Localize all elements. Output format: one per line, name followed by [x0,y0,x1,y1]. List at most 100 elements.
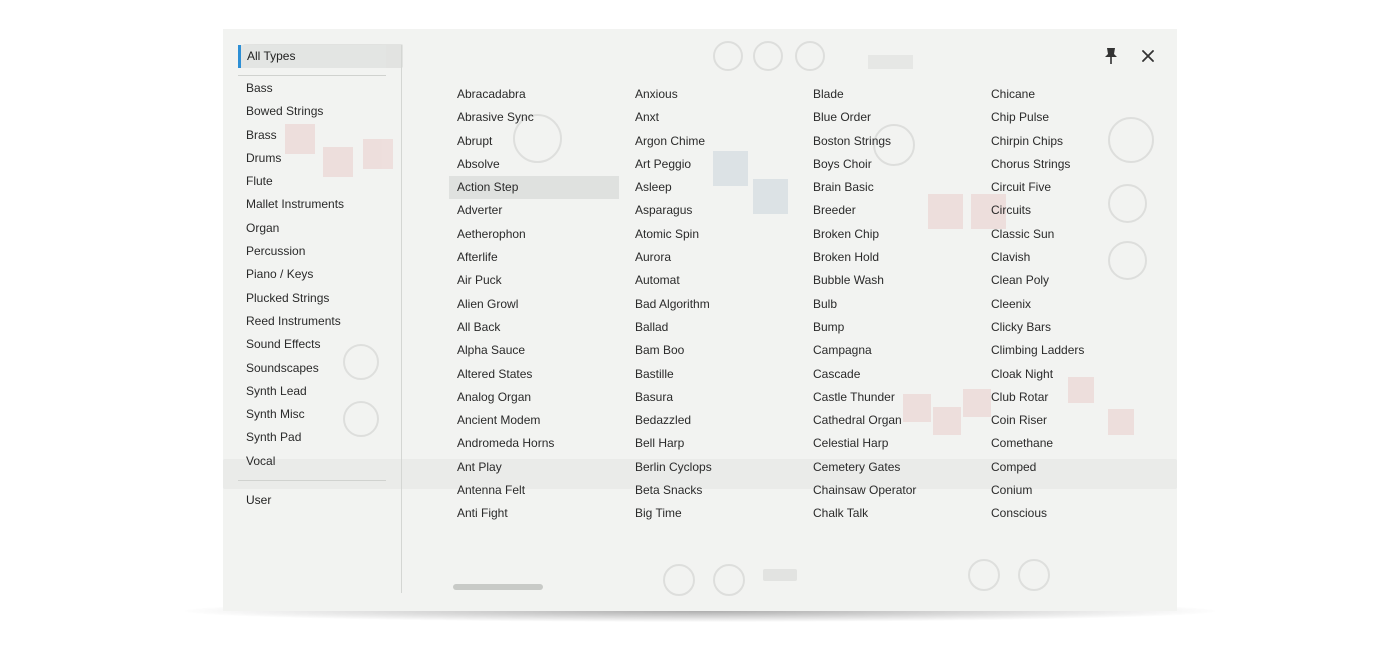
preset-item[interactable]: All Back [449,316,619,339]
preset-item[interactable]: Boys Choir [805,153,975,176]
preset-item[interactable]: Bubble Wash [805,269,975,292]
preset-item[interactable]: Climbing Ladders [983,339,1153,362]
category-item[interactable]: Vocal [238,450,386,473]
preset-item[interactable]: Basura [627,386,797,409]
category-item[interactable]: Synth Pad [238,426,386,449]
preset-item[interactable]: Celestial Harp [805,432,975,455]
preset-item[interactable]: Classic Sun [983,223,1153,246]
preset-item[interactable]: Brain Basic [805,176,975,199]
preset-item[interactable]: Coin Riser [983,409,1153,432]
preset-item[interactable]: Alpha Sauce [449,339,619,362]
preset-item[interactable]: Bam Boo [627,339,797,362]
preset-item[interactable]: Anti Fight [449,502,619,525]
preset-item[interactable]: Clean Poly [983,269,1153,292]
preset-item[interactable]: Cemetery Gates [805,456,975,479]
preset-item[interactable]: Bedazzled [627,409,797,432]
preset-item[interactable]: Chalk Talk [805,502,975,525]
preset-item[interactable]: Asleep [627,176,797,199]
preset-item[interactable]: Clicky Bars [983,316,1153,339]
preset-item[interactable]: Boston Strings [805,130,975,153]
preset-item[interactable]: Alien Growl [449,293,619,316]
preset-item[interactable]: Argon Chime [627,130,797,153]
preset-item[interactable]: Bump [805,316,975,339]
preset-item[interactable]: Comped [983,456,1153,479]
horizontal-scrollbar[interactable] [453,584,543,590]
category-user[interactable]: User [238,489,386,511]
preset-item-selected[interactable]: Action Step [449,176,619,200]
preset-item[interactable]: Aetherophon [449,223,619,246]
preset-item[interactable]: Ancient Modem [449,409,619,432]
preset-item[interactable]: Art Peggio [627,153,797,176]
preset-item[interactable]: Breeder [805,199,975,222]
preset-item[interactable]: Conium [983,479,1153,502]
preset-item[interactable]: Clavish [983,246,1153,269]
preset-item[interactable]: Bad Algorithm [627,293,797,316]
preset-item[interactable]: Cathedral Organ [805,409,975,432]
preset-item[interactable]: Conscious [983,502,1153,525]
preset-item[interactable]: Andromeda Horns [449,432,619,455]
category-item[interactable]: Mallet Instruments [238,193,386,216]
close-icon[interactable] [1139,47,1157,65]
preset-column-1: Abracadabra Abrasive Sync Abrupt Absolve Act… [449,83,619,526]
category-item[interactable]: Soundscapes [238,357,386,380]
preset-item[interactable]: Chorus Strings [983,153,1153,176]
preset-item[interactable]: Blade [805,83,975,106]
category-item[interactable]: Bowed Strings [238,100,386,123]
preset-item[interactable]: Abrasive Sync [449,106,619,129]
preset-item[interactable]: Castle Thunder [805,386,975,409]
category-all-types[interactable]: All Types [238,45,386,68]
preset-item[interactable]: Altered States [449,363,619,386]
category-item[interactable]: Plucked Strings [238,287,386,310]
preset-item[interactable]: Abracadabra [449,83,619,106]
preset-item[interactable]: Abrupt [449,130,619,153]
preset-item[interactable]: Chip Pulse [983,106,1153,129]
preset-item[interactable]: Atomic Spin [627,223,797,246]
category-item[interactable]: Sound Effects [238,333,386,356]
preset-item[interactable]: Antenna Felt [449,479,619,502]
category-item[interactable]: Synth Lead [238,380,386,403]
preset-item[interactable]: Bastille [627,363,797,386]
preset-item[interactable]: Absolve [449,153,619,176]
preset-item[interactable]: Broken Hold [805,246,975,269]
category-item[interactable]: Organ [238,217,386,240]
preset-item[interactable]: Adverter [449,199,619,222]
preset-item[interactable]: Air Puck [449,269,619,292]
preset-item[interactable]: Aurora [627,246,797,269]
preset-item[interactable]: Beta Snacks [627,479,797,502]
category-separator [238,75,386,76]
preset-item[interactable]: Circuit Five [983,176,1153,199]
category-item[interactable]: Flute [238,170,386,193]
preset-item[interactable]: Bulb [805,293,975,316]
preset-item[interactable]: Cloak Night [983,363,1153,386]
preset-item[interactable]: Cleenix [983,293,1153,316]
preset-item[interactable]: Chirpin Chips [983,130,1153,153]
category-item[interactable]: Bass [238,77,386,100]
preset-item[interactable]: Broken Chip [805,223,975,246]
preset-item[interactable]: Cascade [805,363,975,386]
category-item[interactable]: Brass [238,124,386,147]
preset-item[interactable]: Automat [627,269,797,292]
preset-item[interactable]: Big Time [627,502,797,525]
category-item[interactable]: Piano / Keys [238,263,386,286]
category-item[interactable]: Reed Instruments [238,310,386,333]
preset-item[interactable]: Anxious [627,83,797,106]
preset-item[interactable]: Chicane [983,83,1153,106]
preset-item[interactable]: Comethane [983,432,1153,455]
preset-item[interactable]: Club Rotar [983,386,1153,409]
preset-item[interactable]: Afterlife [449,246,619,269]
preset-item[interactable]: Bell Harp [627,432,797,455]
preset-item[interactable]: Anxt [627,106,797,129]
category-item[interactable]: Percussion [238,240,386,263]
preset-item[interactable]: Analog Organ [449,386,619,409]
preset-item[interactable]: Ballad [627,316,797,339]
category-item[interactable]: Synth Misc [238,403,386,426]
preset-item[interactable]: Circuits [983,199,1153,222]
preset-item[interactable]: Campagna [805,339,975,362]
preset-item[interactable]: Blue Order [805,106,975,129]
preset-item[interactable]: Chainsaw Operator [805,479,975,502]
pin-icon[interactable] [1103,47,1119,65]
category-item[interactable]: Drums [238,147,386,170]
preset-item[interactable]: Ant Play [449,456,619,479]
preset-item[interactable]: Asparagus [627,199,797,222]
preset-item[interactable]: Berlin Cyclops [627,456,797,479]
